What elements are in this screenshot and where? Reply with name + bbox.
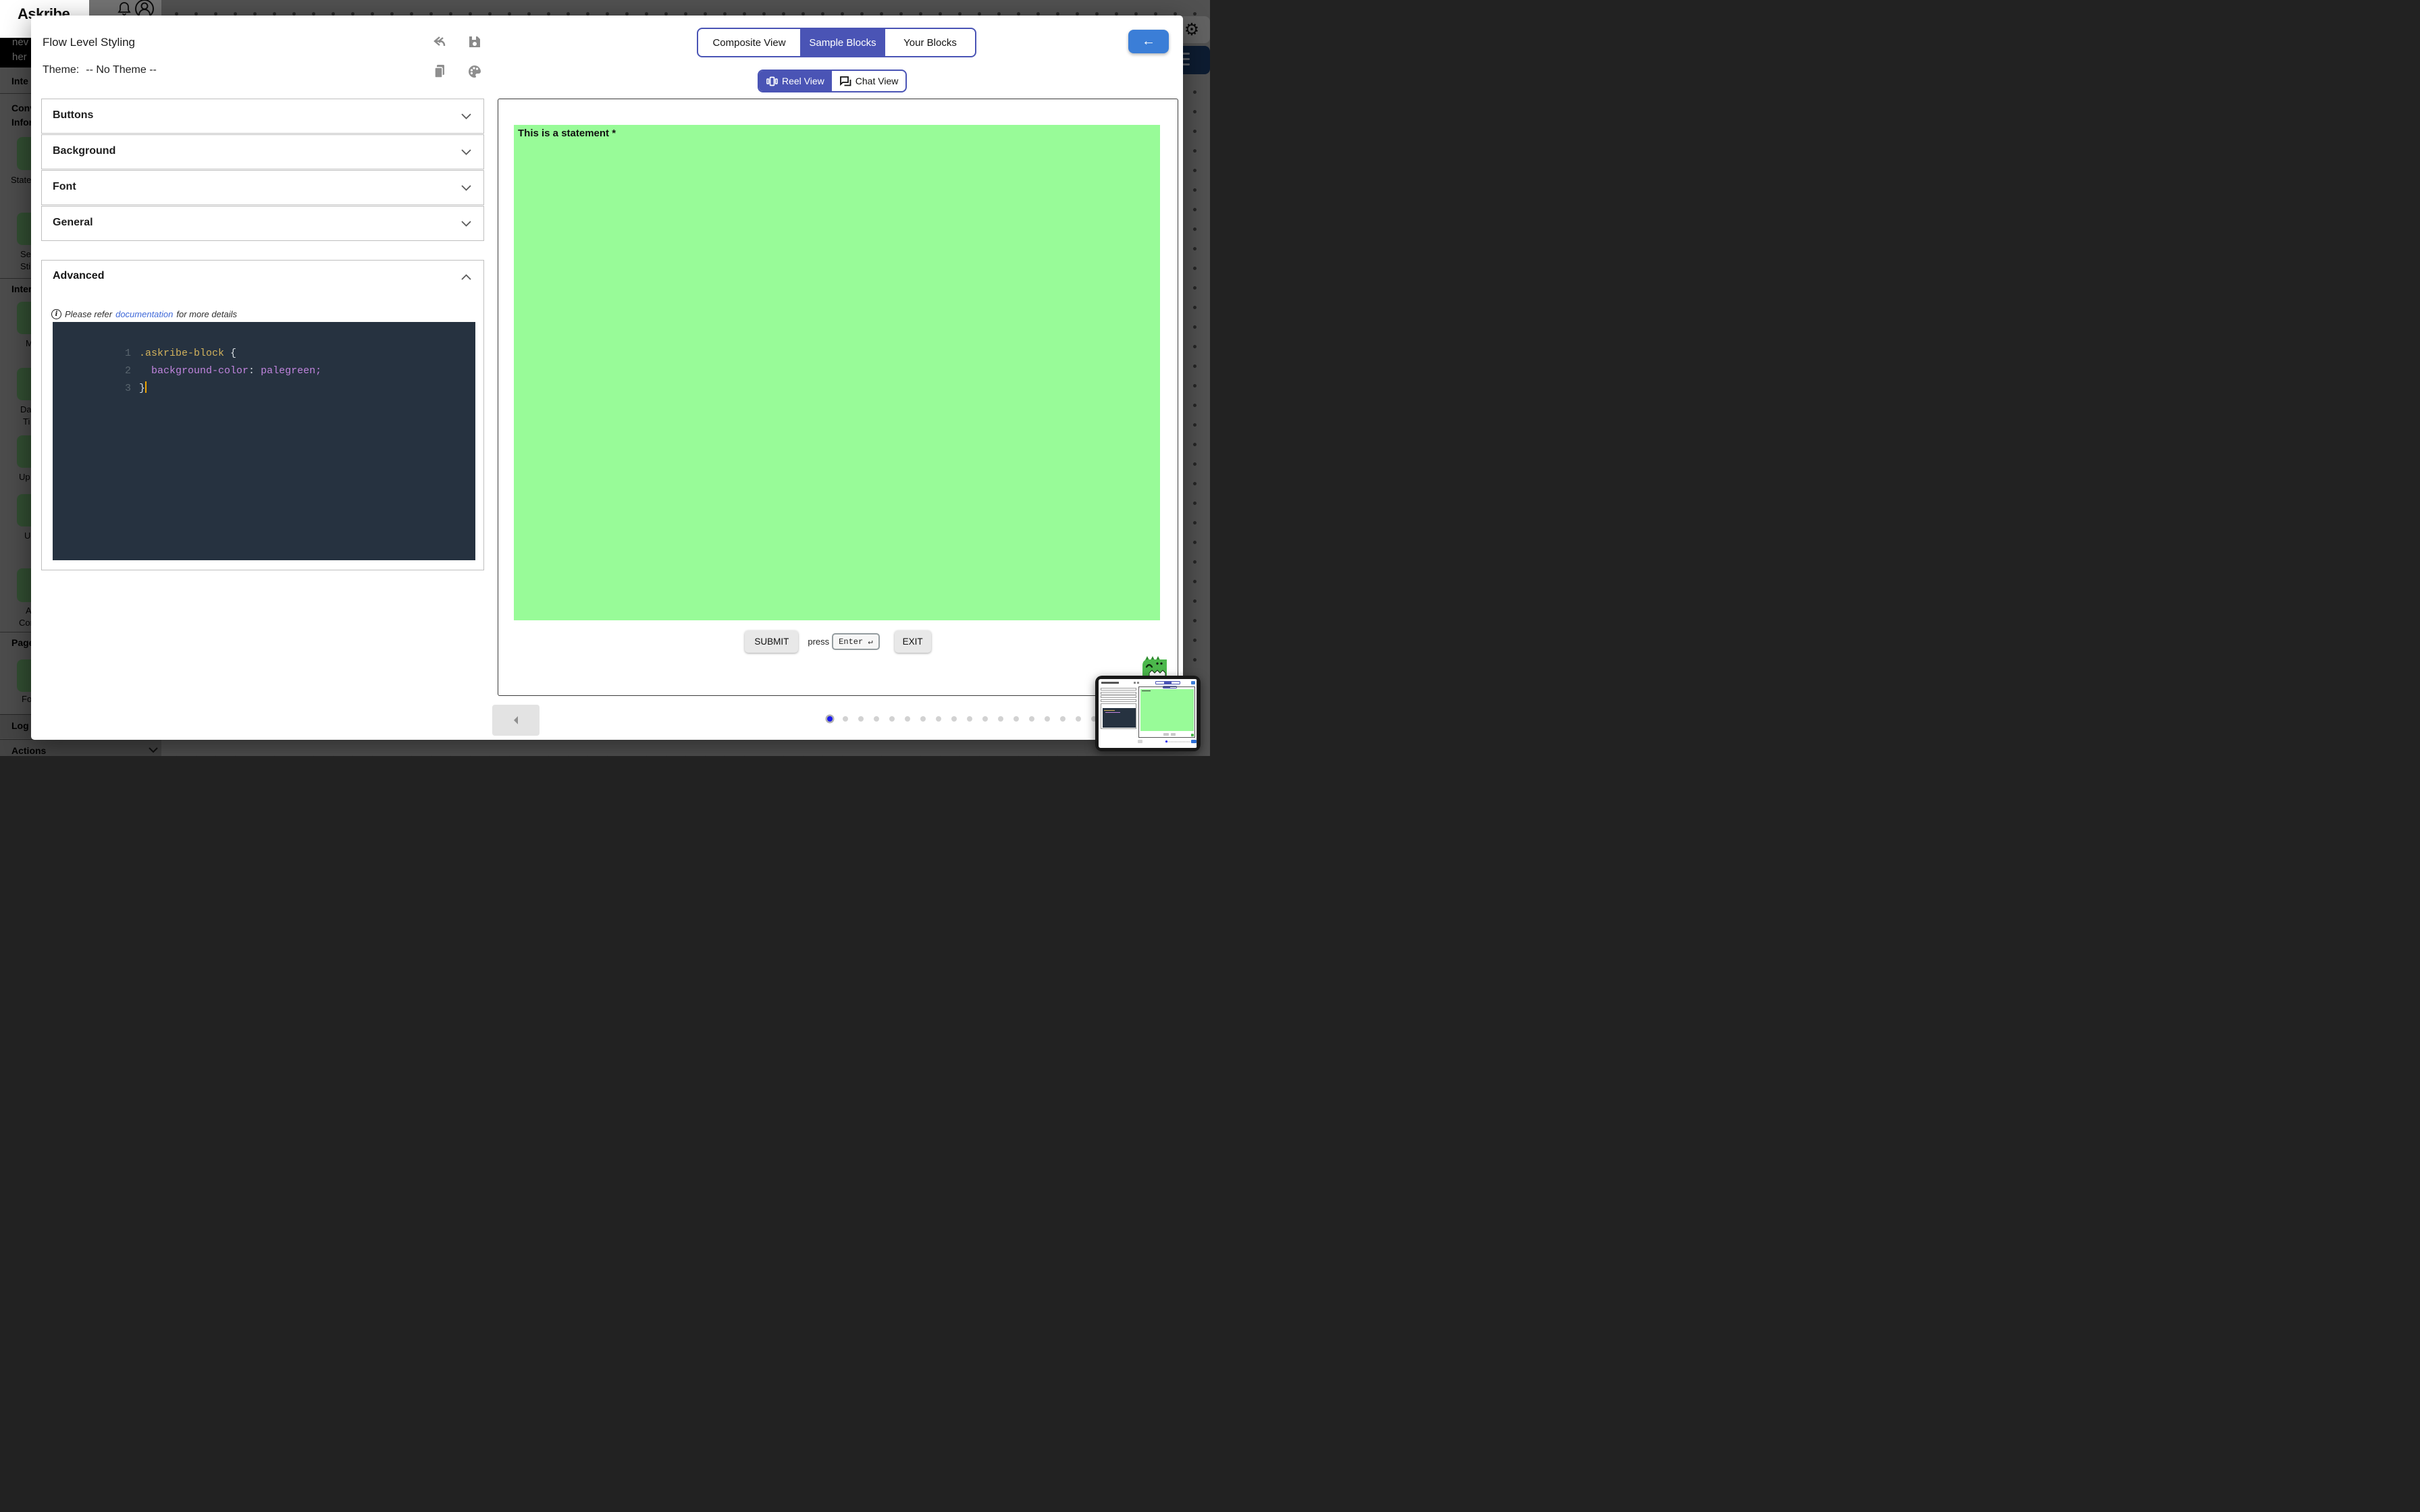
- back-button[interactable]: ←: [1128, 30, 1169, 53]
- undo-all-button[interactable]: [428, 30, 451, 53]
- toggle-chat-view[interactable]: Chat View: [832, 71, 906, 91]
- pagination-dot[interactable]: [874, 716, 879, 722]
- tab-your-blocks[interactable]: Your Blocks: [885, 29, 975, 56]
- pip-mini-icon: [1137, 682, 1139, 684]
- view-mode-toggle: Reel View Chat View: [758, 70, 907, 92]
- chevron-down-icon: [461, 113, 471, 119]
- flow-level-styling-dialog: Flow Level Styling Theme: -- No Theme --: [31, 16, 1183, 740]
- pip-mini-preview-panel: [1138, 686, 1195, 738]
- reel-view-icon: [766, 76, 778, 86]
- accordion-label: Background: [53, 145, 115, 157]
- pagination-dot[interactable]: [1045, 716, 1050, 722]
- chevron-down-icon: [461, 221, 471, 227]
- code-line: 1.askribe-block {: [53, 327, 475, 345]
- chevron-up-icon[interactable]: [461, 274, 471, 280]
- pip-mini-accordion: [1101, 695, 1136, 698]
- accordion-label: General: [53, 217, 93, 229]
- pagination-dot[interactable]: [998, 716, 1003, 722]
- save-icon: [467, 34, 482, 49]
- view-tabs-group: Composite View Sample Blocks Your Blocks: [697, 28, 976, 57]
- enter-key-chip: Enter ↵: [832, 633, 879, 650]
- back-arrow-icon: ←: [1142, 34, 1155, 49]
- pip-mini-dots: [1166, 741, 1190, 742]
- toggle-label: Chat View: [856, 76, 899, 86]
- pip-mini-tabs: [1155, 681, 1180, 684]
- preview-action-row: SUBMIT press Enter ↵ EXIT: [498, 630, 1178, 653]
- chat-view-icon: [839, 76, 851, 86]
- accordion-font[interactable]: Font: [41, 170, 484, 205]
- accordion-label[interactable]: Advanced: [53, 270, 104, 282]
- accordion-general[interactable]: General: [41, 206, 484, 241]
- info-text-suffix: for more details: [176, 309, 237, 319]
- pip-mini-accordion: [1101, 688, 1136, 691]
- theme-row: Theme: -- No Theme --: [43, 64, 157, 76]
- css-code-editor[interactable]: 1.askribe-block { 2 background-color: pa…: [53, 322, 475, 560]
- pagination-dot[interactable]: [889, 716, 895, 722]
- pagination-dot[interactable]: [967, 716, 972, 722]
- text-cursor: [145, 381, 147, 393]
- accordion-advanced: Advanced i Please refer documentation fo…: [41, 260, 484, 570]
- undo-all-icon: [431, 34, 448, 50]
- pagination-dot[interactable]: [982, 716, 988, 722]
- info-icon: i: [51, 309, 61, 319]
- pip-mini-preview[interactable]: [1095, 676, 1201, 751]
- pip-mini-accordion: [1101, 699, 1136, 702]
- screen: nev her Inte Conv Infor State Se Sti Int…: [0, 0, 1210, 756]
- chevron-down-icon: [461, 149, 471, 155]
- tab-composite-view[interactable]: Composite View: [698, 29, 800, 56]
- toggle-label: Reel View: [782, 76, 824, 86]
- pagination-dot[interactable]: [843, 716, 848, 722]
- accordion-label: Font: [53, 181, 76, 193]
- pip-mini-advanced: [1101, 703, 1136, 729]
- exit-button[interactable]: EXIT: [895, 630, 931, 653]
- pagination-dot[interactable]: [920, 716, 926, 722]
- pagination-dot[interactable]: [1014, 716, 1019, 722]
- save-button[interactable]: [463, 30, 486, 53]
- accordion-buttons[interactable]: Buttons: [41, 99, 484, 134]
- copy-icon: [432, 63, 447, 80]
- pagination-dot[interactable]: [1029, 716, 1034, 722]
- pagination-dot[interactable]: [936, 716, 941, 722]
- pagination-dot[interactable]: [951, 716, 957, 722]
- advanced-info-note: i Please refer documentation for more de…: [51, 309, 237, 319]
- chevron-down-icon: [461, 185, 471, 191]
- pagination-dot[interactable]: [905, 716, 910, 722]
- press-hint: press: [808, 637, 829, 647]
- documentation-link[interactable]: documentation: [115, 309, 173, 319]
- palette-icon: [467, 64, 482, 79]
- prev-block-button[interactable]: [492, 705, 540, 736]
- pip-mini-edge: [1196, 679, 1197, 748]
- block-pagination-dots: [827, 713, 1128, 724]
- pip-mini-active-dot: [1165, 740, 1167, 742]
- theme-palette-button[interactable]: [463, 60, 486, 83]
- statement-text: This is a statement *: [518, 128, 616, 139]
- toggle-reel-view[interactable]: Reel View: [759, 71, 832, 91]
- dialog-title: Flow Level Styling: [43, 36, 135, 49]
- pip-mini-accordion: [1101, 692, 1136, 695]
- pip-mini-screenshot: [1099, 679, 1197, 748]
- accordion-background[interactable]: Background: [41, 134, 484, 169]
- pip-mini-icon: [1134, 682, 1136, 684]
- submit-button[interactable]: SUBMIT: [745, 630, 798, 653]
- copy-theme-button[interactable]: [428, 60, 451, 83]
- accordion-label: Buttons: [53, 109, 93, 122]
- pagination-dot[interactable]: [1060, 716, 1066, 722]
- pagination-dot[interactable]: [858, 716, 864, 722]
- pip-mini-prev: [1138, 740, 1142, 743]
- statement-block-preview[interactable]: This is a statement *: [514, 125, 1160, 620]
- chevron-left-icon: [512, 715, 520, 726]
- pip-mini-back-button: [1191, 681, 1195, 684]
- info-text-prefix: Please refer: [65, 309, 112, 319]
- theme-label: Theme:: [43, 64, 79, 76]
- theme-value[interactable]: -- No Theme --: [86, 64, 157, 76]
- tab-sample-blocks[interactable]: Sample Blocks: [800, 29, 885, 56]
- pip-mini-title: [1101, 682, 1119, 684]
- pagination-dot-active[interactable]: [827, 716, 833, 722]
- block-preview-panel: This is a statement * SUBMIT press Enter…: [498, 99, 1178, 696]
- pagination-dot[interactable]: [1076, 716, 1081, 722]
